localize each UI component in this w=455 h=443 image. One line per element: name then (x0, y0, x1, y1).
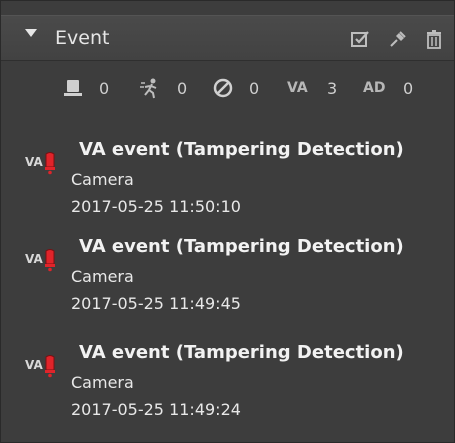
va-label: VA (287, 80, 308, 96)
va-alarm-icon: VA (23, 354, 63, 378)
event-source: Camera (71, 267, 134, 286)
event-item[interactable]: VA VA event (Tampering Detection) Camera… (1, 338, 454, 434)
va-count: 3 (327, 79, 338, 98)
event-panel-header[interactable]: Event (1, 15, 454, 61)
motion-icon (139, 77, 163, 99)
event-title: VA event (Tampering Detection) (79, 236, 404, 257)
video-loss-icon (211, 77, 235, 99)
event-source: Camera (71, 373, 134, 392)
event-item[interactable]: VA VA event (Tampering Detection) Camera… (1, 232, 454, 328)
event-title: VA event (Tampering Detection) (79, 342, 404, 363)
door-sensor-count: 0 (99, 79, 110, 98)
ad-label: AD (363, 80, 386, 96)
va-alarm-icon: VA (23, 248, 63, 272)
event-panel: Event 0 0 0 VA 3 AD 0 VA VA event (Tampe… (0, 0, 455, 443)
event-counters: 0 0 0 VA 3 AD 0 (1, 75, 454, 103)
va-alarm-icon: VA (23, 151, 63, 175)
check-all-icon[interactable] (349, 28, 371, 50)
trash-icon[interactable] (423, 28, 445, 50)
ad-count: 0 (403, 79, 414, 98)
panel-title: Event (55, 27, 110, 49)
event-timestamp: 2017-05-25 11:50:10 (71, 197, 241, 216)
event-timestamp: 2017-05-25 11:49:24 (71, 400, 241, 419)
event-item[interactable]: VA VA event (Tampering Detection) Camera… (1, 135, 454, 231)
video-loss-count: 0 (249, 79, 260, 98)
collapse-caret-icon[interactable] (25, 29, 37, 37)
event-title: VA event (Tampering Detection) (79, 139, 404, 160)
event-source: Camera (71, 170, 134, 189)
door-sensor-icon (61, 77, 85, 99)
pin-icon[interactable] (387, 28, 409, 50)
motion-count: 0 (177, 79, 188, 98)
event-timestamp: 2017-05-25 11:49:45 (71, 294, 241, 313)
